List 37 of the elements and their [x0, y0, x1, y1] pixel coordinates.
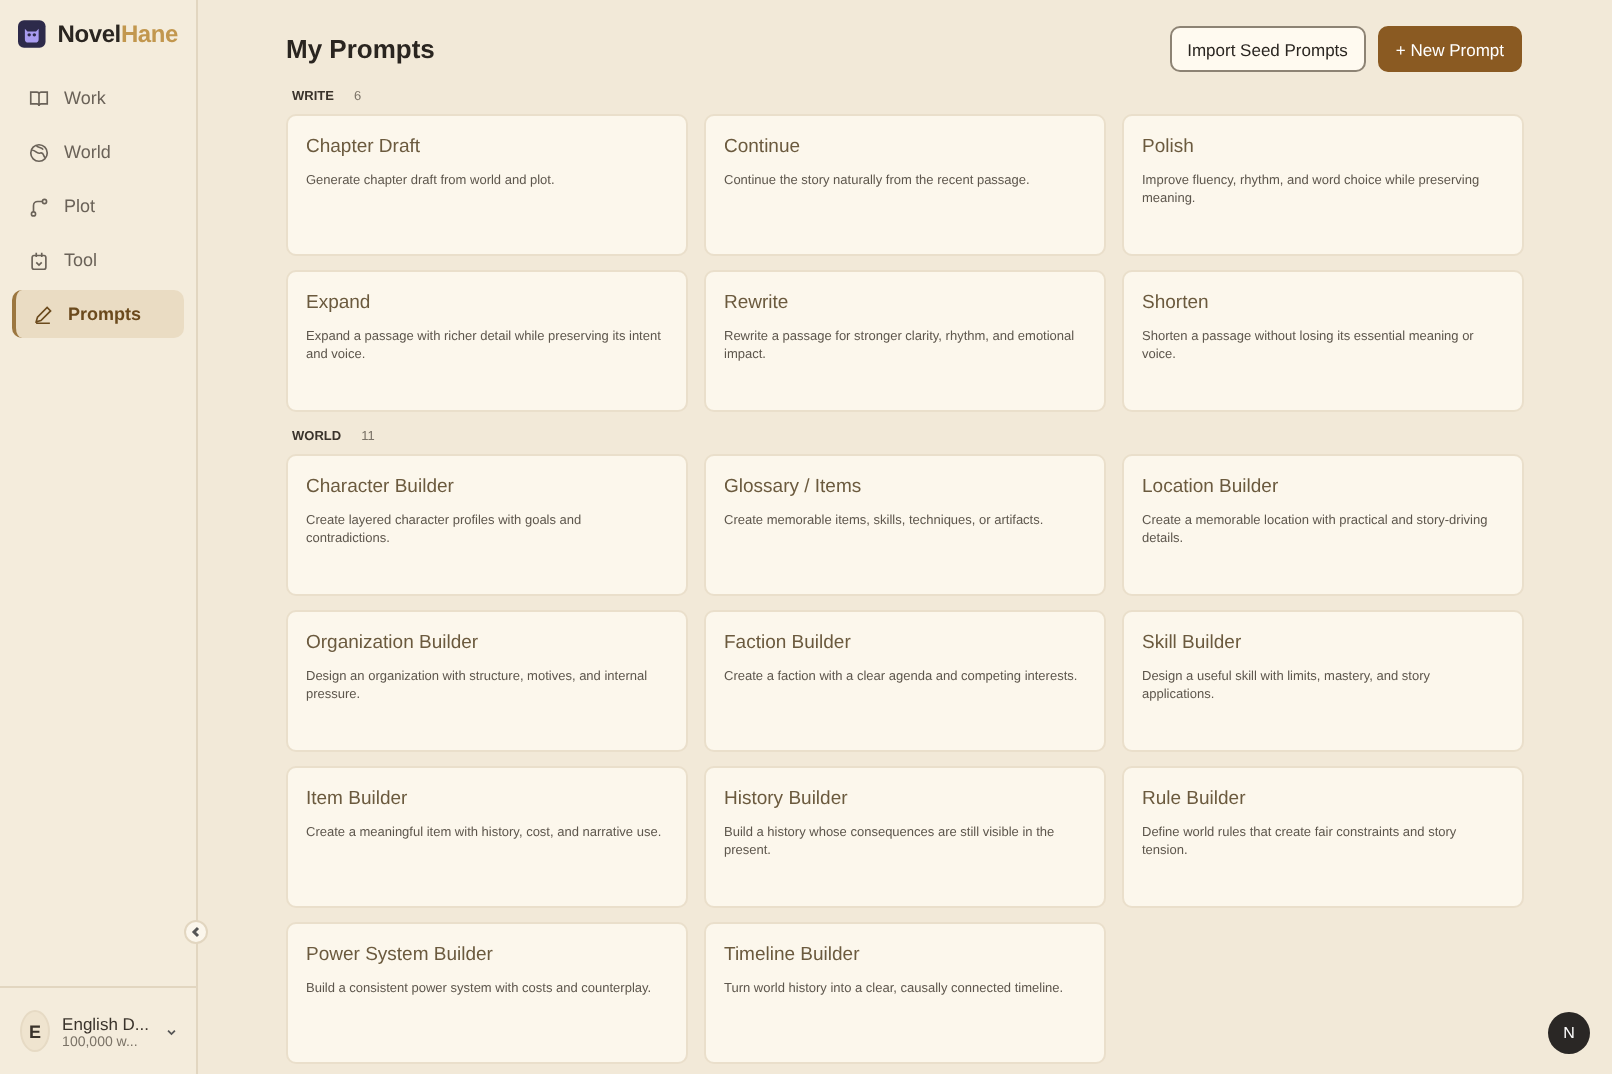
project-name: English D... [62, 1013, 150, 1033]
project-avatar: E [20, 1010, 51, 1052]
branch-icon [28, 195, 50, 217]
sidebar-item[interactable]: Tool [12, 236, 184, 284]
card-title: Expand [306, 292, 373, 314]
sidebar-item[interactable]: Plot [12, 182, 184, 230]
card-title: Character Builder [306, 476, 456, 498]
clipboard-icon [28, 249, 50, 271]
globe-icon [28, 141, 50, 163]
owl-logo-icon [18, 18, 46, 50]
card-title: History Builder [724, 788, 850, 810]
card-title: Glossary / Items [724, 476, 864, 498]
card-title: Polish [1142, 136, 1196, 158]
card-title: Skill Builder [1142, 632, 1244, 654]
card-title: Timeline Builder [724, 944, 862, 966]
card-title: Faction Builder [724, 632, 853, 654]
card-title: Power System Builder [306, 944, 495, 966]
sidebar-item[interactable]: World [12, 128, 184, 176]
card-title: Location Builder [1142, 476, 1281, 498]
card-title: Chapter Draft [306, 136, 423, 158]
collapse-button[interactable] [184, 920, 208, 944]
app-name: NovelHane [57, 20, 178, 48]
card-title: Rule Builder [1142, 788, 1248, 810]
card-title: Organization Builder [306, 632, 481, 654]
import-button[interactable]: Import Seed Prompts [1169, 26, 1366, 72]
page-title: My Prompts [286, 34, 437, 64]
card-title: Continue [724, 136, 803, 158]
sidebar-item[interactable]: Prompts [12, 290, 184, 338]
assistant-button[interactable]: N [1548, 1012, 1590, 1054]
new-prompt-button[interactable]: + New Prompt [1377, 26, 1522, 72]
sidebar-item[interactable]: Work [12, 74, 184, 122]
book-icon [28, 87, 50, 109]
pencil-icon [32, 303, 54, 325]
chevron-left-icon [190, 926, 202, 938]
card-title: Shorten [1142, 292, 1211, 314]
card-title: Rewrite [724, 292, 791, 314]
card-title: Item Builder [306, 788, 410, 810]
